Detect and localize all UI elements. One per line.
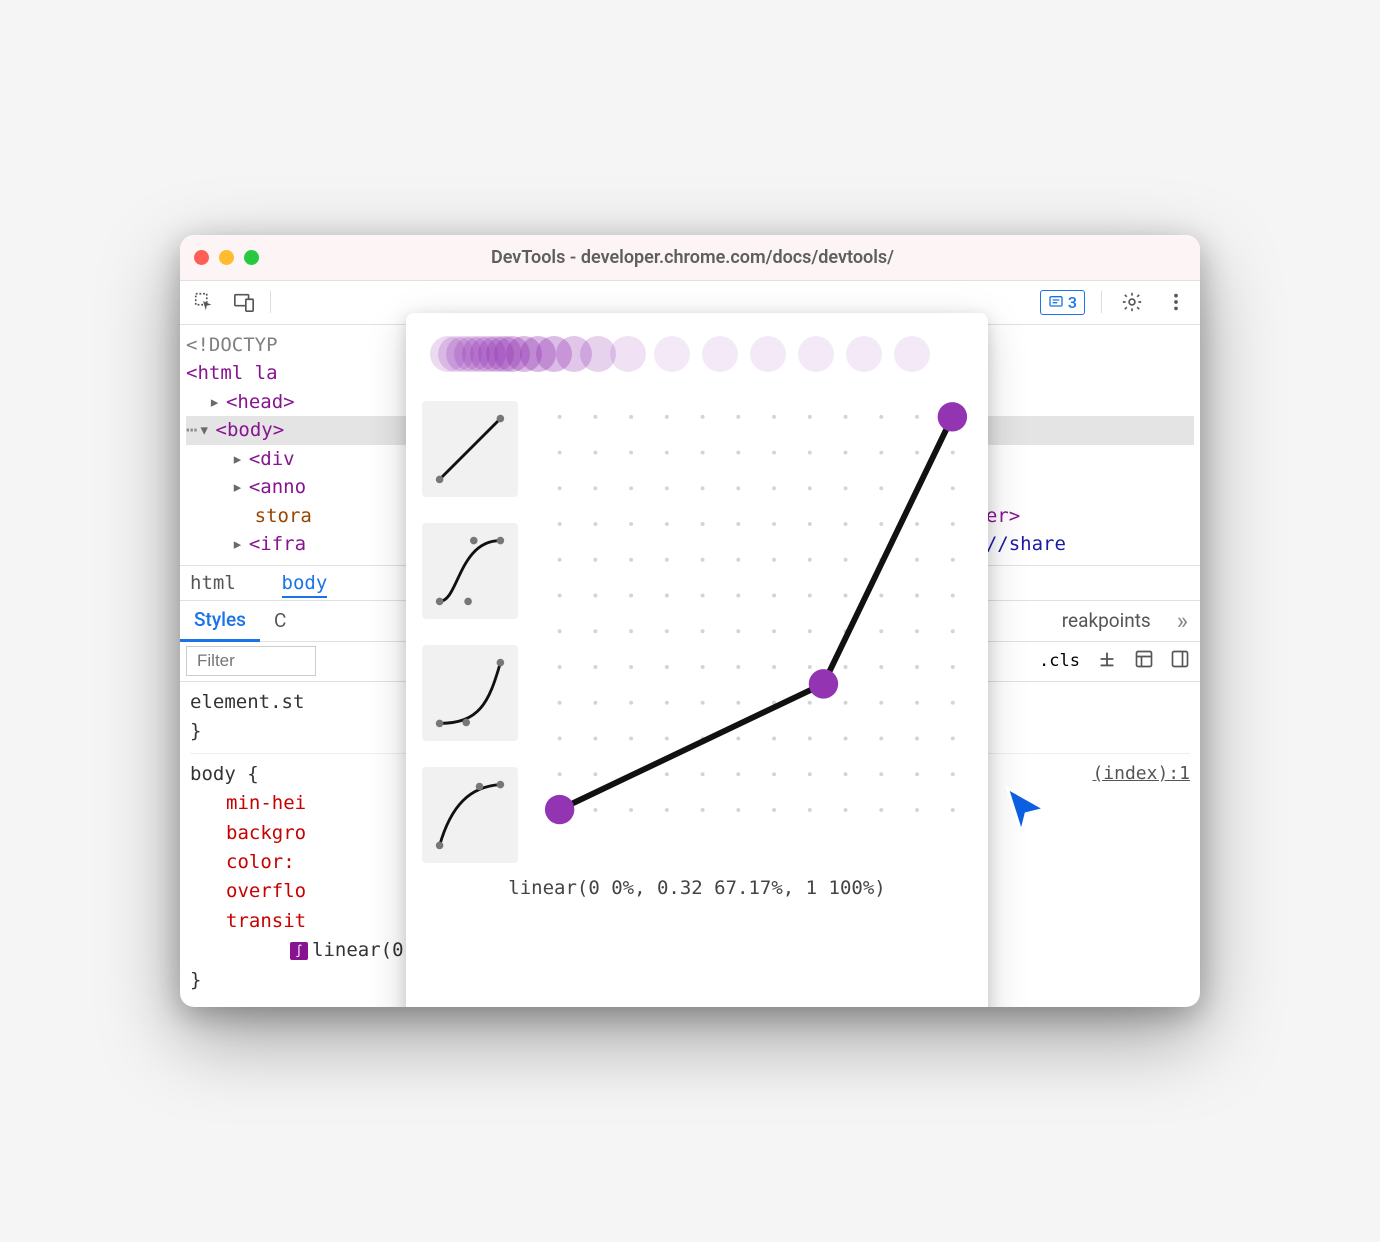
control-point-mid[interactable] [809, 669, 838, 698]
computed-styles-icon[interactable] [1134, 649, 1154, 674]
easing-editor-popup: {"cols":12,"rows":12,"step":36,"ox":2,"o… [406, 313, 988, 1007]
overflow-dots-icon: ⋯ [186, 419, 198, 441]
div-tag[interactable]: <div [249, 448, 295, 470]
easing-readout: linear(0 0%, 0.32 67.17%, 1 100%) [422, 863, 972, 899]
inspect-element-icon[interactable] [190, 288, 218, 316]
attr-fragment: stora [255, 505, 312, 527]
html-open-tag[interactable]: <html la [186, 362, 278, 384]
styles-filter-input[interactable] [186, 646, 316, 676]
breadcrumb-body[interactable]: body [282, 572, 328, 598]
preset-linear[interactable] [422, 401, 518, 497]
control-point-end[interactable] [938, 402, 967, 431]
disclosure-triangle-open-icon[interactable]: ▾ [198, 416, 215, 445]
titlebar: DevTools - developer.chrome.com/docs/dev… [180, 235, 1200, 281]
separator [270, 291, 271, 313]
preset-ease-in-out[interactable] [422, 523, 518, 619]
tab-computed[interactable]: C [260, 601, 300, 640]
easing-swatch-icon[interactable]: ∫ [290, 942, 308, 960]
traffic-lights [194, 250, 259, 265]
tab-styles[interactable]: Styles [180, 600, 260, 642]
disclosure-triangle-icon[interactable]: ▸ [209, 388, 226, 417]
head-tag[interactable]: <head> [226, 391, 295, 413]
element-style-selector: element.st [190, 691, 304, 713]
control-point-start[interactable] [545, 795, 574, 824]
cls-toggle[interactable]: .cls [1039, 651, 1080, 671]
new-style-rule-icon[interactable] [1096, 648, 1118, 675]
preset-ease-out[interactable] [422, 767, 518, 863]
easing-preview-row [422, 331, 972, 381]
minimize-window-button[interactable] [219, 250, 234, 265]
easing-presets [422, 401, 518, 863]
disclosure-triangle-icon[interactable]: ▸ [232, 473, 249, 502]
preset-ease-in[interactable] [422, 645, 518, 741]
iframe-tag[interactable]: <ifra [249, 533, 306, 555]
style-source-link[interactable]: (index):1 [1092, 760, 1190, 788]
disclosure-triangle-icon[interactable]: ▸ [232, 530, 249, 559]
window-title: DevTools - developer.chrome.com/docs/dev… [259, 247, 1186, 268]
devtools-window: DevTools - developer.chrome.com/docs/dev… [180, 235, 1200, 1007]
close-window-button[interactable] [194, 250, 209, 265]
issues-badge[interactable]: 3 [1040, 290, 1085, 315]
doctype-node: <!DOCTYP [186, 334, 278, 356]
device-toolbar-icon[interactable] [230, 288, 258, 316]
curve-svg[interactable]: {"cols":12,"rows":12,"step":36,"ox":2,"o… [540, 393, 972, 853]
separator [1101, 291, 1102, 313]
body-selector: body { [190, 763, 259, 785]
toggle-sidebar-icon[interactable] [1170, 649, 1190, 674]
breadcrumb-html[interactable]: html [190, 572, 236, 594]
more-icon[interactable] [1162, 288, 1190, 316]
anno-tag[interactable]: <anno [249, 476, 306, 498]
easing-curve-editor[interactable]: {"cols":12,"rows":12,"step":36,"ox":2,"o… [540, 393, 972, 853]
settings-icon[interactable] [1118, 288, 1146, 316]
issues-count: 3 [1068, 293, 1077, 312]
more-tabs-icon[interactable]: » [1165, 607, 1200, 635]
tab-breakpoints[interactable]: reakpoints [1048, 601, 1165, 640]
maximize-window-button[interactable] [244, 250, 259, 265]
disclosure-triangle-icon[interactable]: ▸ [232, 445, 249, 474]
